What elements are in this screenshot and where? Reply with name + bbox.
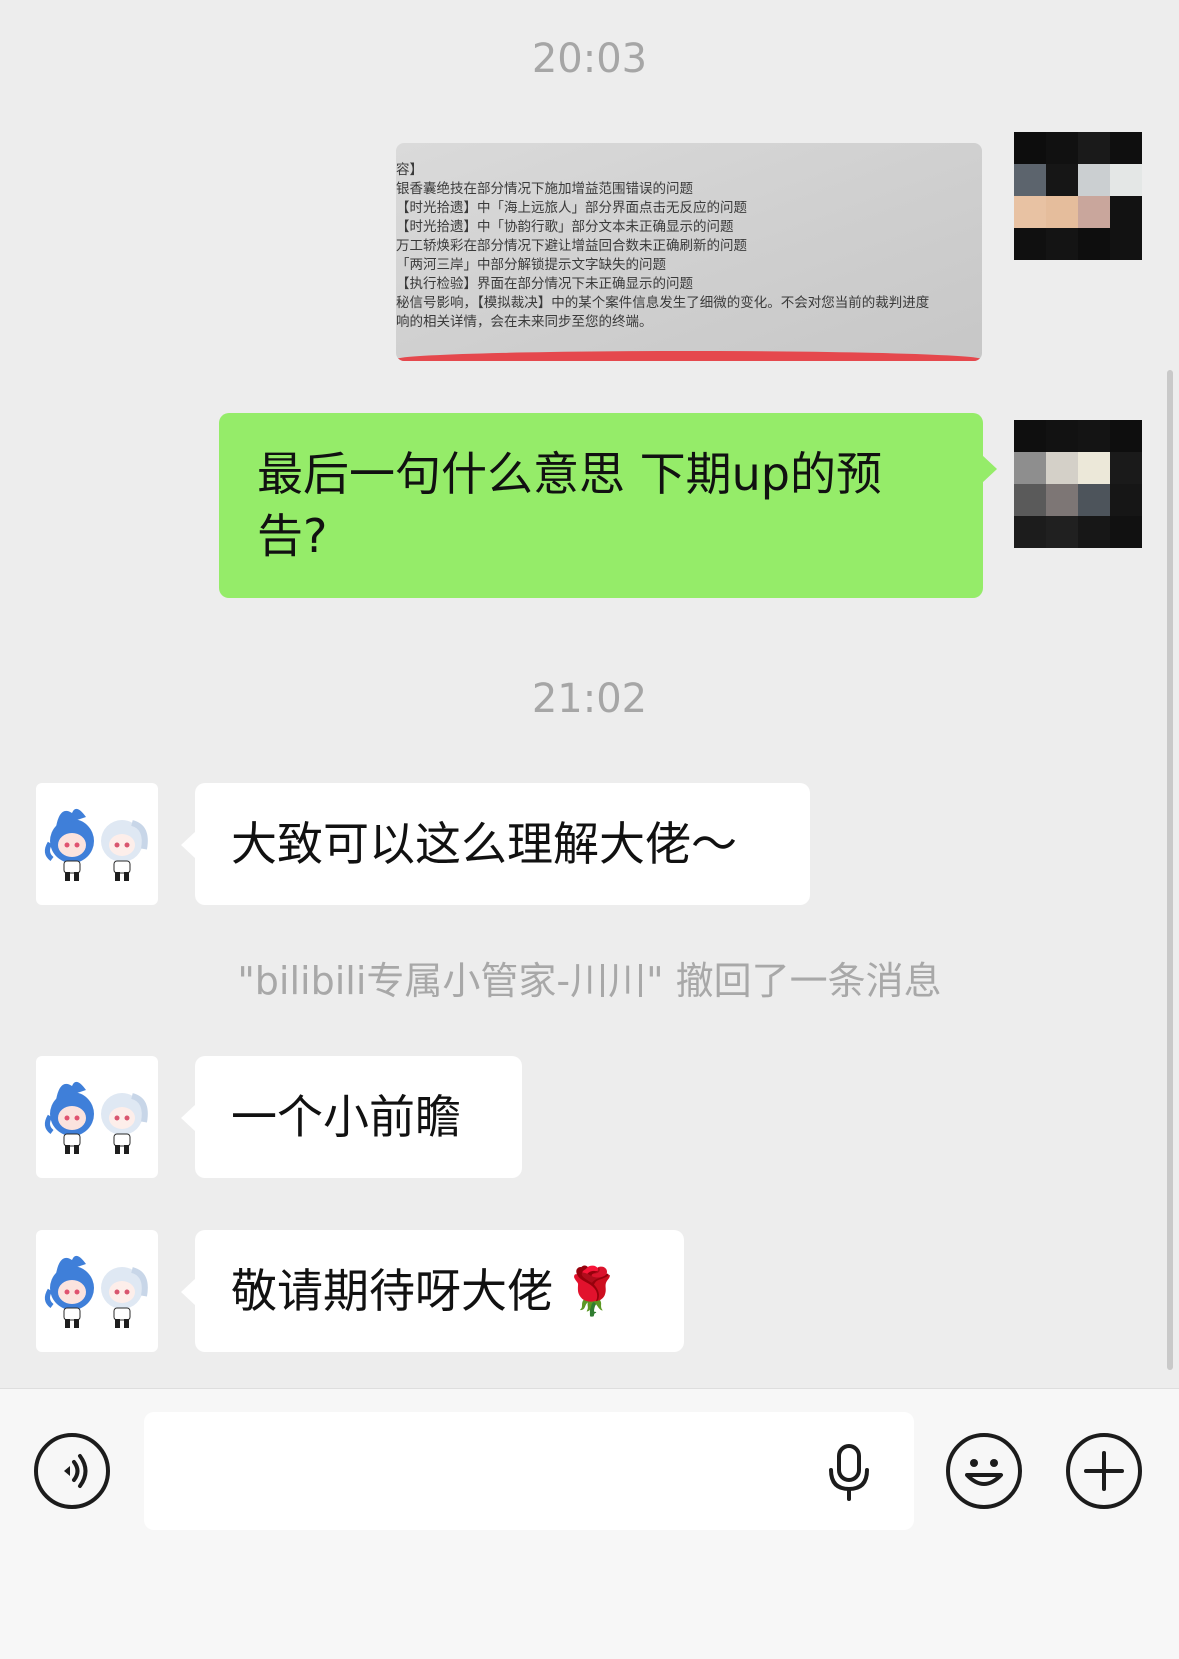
message-input[interactable] <box>144 1412 914 1530</box>
outgoing-message-bubble[interactable]: 最后一句什么意思 下期up的预告? <box>219 413 997 598</box>
image-text-line: 容】 <box>396 162 423 178</box>
bubble-tail <box>181 831 196 859</box>
chibi-characters-icon <box>44 1081 148 1154</box>
contact-avatar[interactable] <box>36 1056 158 1178</box>
image-red-mark <box>396 351 982 361</box>
contact-avatar[interactable] <box>36 1230 158 1352</box>
image-text-line: 【时光拾遗】中「海上远旅人」部分界面点击无反应的问题 <box>396 200 747 216</box>
emoji-button[interactable] <box>946 1433 1022 1509</box>
pixelated-avatar-image <box>1014 420 1142 548</box>
incoming-message-bubble[interactable]: 一个小前瞻 <box>181 1056 522 1178</box>
emoji-icon <box>965 1459 1003 1486</box>
plus-icon <box>1084 1451 1124 1491</box>
image-text-line: 万工轿焕彩在部分情况下避让增益回合数未正确刷新的问题 <box>396 238 747 254</box>
image-text-line: 响的相关详情，会在未来同步至您的终端。 <box>396 314 653 330</box>
incoming-message-bubble[interactable]: 大致可以这么理解大佬～ <box>181 783 810 905</box>
message-text: 大致可以这么理解大佬～ <box>231 817 737 871</box>
rose-emoji: 🌹 <box>563 1264 621 1318</box>
message-text: 敬请期待呀大佬 <box>231 1264 553 1318</box>
voice-toggle-button[interactable] <box>34 1433 110 1509</box>
timestamp: 20:03 <box>531 36 648 82</box>
incoming-message-bubble[interactable]: 敬请期待呀大佬 🌹 <box>181 1230 684 1352</box>
image-text-line: 秘信号影响，【模拟裁决】中的某个案件信息发生了细微的变化。不会对您当前的裁判进度 <box>396 295 930 311</box>
input-bar <box>0 1388 1179 1659</box>
message-text: 一个小前瞻 <box>231 1090 461 1144</box>
self-avatar[interactable] <box>1014 132 1142 260</box>
self-avatar[interactable] <box>1014 420 1142 548</box>
scrollbar[interactable] <box>1167 370 1173 1370</box>
pixelated-avatar-image <box>1014 132 1142 260</box>
image-text-line: 【时光拾遗】中「协韵行歌」部分文本未正确显示的问题 <box>396 219 734 235</box>
image-message[interactable]: 容】 银香囊绝技在部分情况下施加增益范围错误的问题 【时光拾遗】中「海上远旅人」… <box>396 143 982 361</box>
image-text-line: 银香囊绝技在部分情况下施加增益范围错误的问题 <box>396 181 693 197</box>
message-text: 最后一句什么意思 下期up的预告? <box>257 447 882 563</box>
image-text-line: 【执行检验】界面在部分情况下未正确显示的问题 <box>396 276 693 292</box>
more-actions-button[interactable] <box>1066 1433 1142 1509</box>
chibi-characters-icon <box>44 1255 148 1328</box>
contact-avatar[interactable] <box>36 783 158 905</box>
voice-icon <box>64 1454 88 1488</box>
recall-notice: "bilibili专属小管家-川川" 撤回了一条消息 <box>237 959 942 1003</box>
chibi-characters-icon <box>44 808 148 881</box>
microphone-icon[interactable] <box>824 1442 874 1502</box>
timestamp: 21:02 <box>531 676 648 722</box>
bubble-tail <box>181 1278 196 1306</box>
bubble-tail <box>181 1104 196 1132</box>
image-text-line: 「两河三岸」中部分解锁提示文字缺失的问题 <box>396 257 666 273</box>
bubble-tail <box>982 455 997 483</box>
